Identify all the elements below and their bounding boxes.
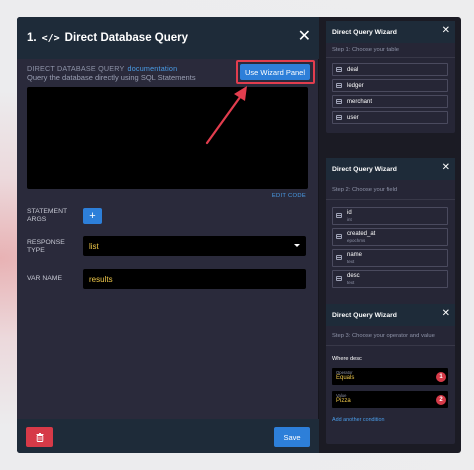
var-name-label: VAR NAME: [27, 275, 62, 282]
step-instructions: Step 3: Choose your operator and value: [326, 326, 455, 346]
value-value: Pizza: [336, 398, 351, 404]
modal-title-text: Direct Database Query: [64, 32, 189, 44]
panel-header: Direct Query Wizard ✕: [326, 21, 455, 43]
field-icon: [336, 234, 342, 239]
add-statement-arg-button[interactable]: +: [83, 208, 102, 224]
response-type-value: list: [89, 241, 99, 251]
table-label: merchant: [347, 98, 373, 105]
close-icon[interactable]: ✕: [442, 26, 450, 36]
field-type: text: [347, 280, 355, 285]
field-type: epochms: [347, 238, 366, 243]
response-type-select[interactable]: list: [83, 236, 306, 256]
field-name: desc: [347, 273, 360, 279]
table-label: ledger: [347, 82, 364, 89]
panel-title: Direct Query Wizard: [332, 165, 397, 173]
field-name: created_at: [347, 231, 376, 237]
modal-footer: Save: [17, 419, 319, 453]
add-condition-link[interactable]: Add another condition: [332, 417, 384, 423]
use-wizard-panel-button[interactable]: Use Wizard Panel: [240, 64, 310, 80]
table-item-ledger[interactable]: ledger: [332, 79, 448, 92]
table-icon: [336, 83, 342, 88]
step-number: 1.: [27, 32, 37, 44]
table-item-deal[interactable]: deal: [332, 63, 448, 76]
close-icon[interactable]: ✕: [442, 309, 450, 319]
table-label: deal: [347, 66, 359, 73]
app-frame: 1. </> Direct Database Query ✕ DIRECT DA…: [17, 17, 461, 453]
where-label: Where desc: [332, 356, 362, 362]
delete-button[interactable]: [26, 427, 53, 447]
table-icon: [336, 99, 342, 104]
section-description: Query the database directly using SQL St…: [27, 73, 196, 82]
direct-database-query-modal: 1. </> Direct Database Query ✕ DIRECT DA…: [17, 17, 319, 453]
wizard-panel-step-2: Direct Query Wizard ✕ Step 2: Choose you…: [326, 158, 455, 308]
table-icon: [336, 67, 342, 72]
var-name-input[interactable]: results: [83, 269, 306, 289]
field-type: text: [347, 259, 355, 264]
panel-header: Direct Query Wizard ✕: [326, 304, 455, 326]
value-input[interactable]: Value Pizza: [332, 391, 448, 408]
code-icon: </>: [41, 32, 60, 44]
chevron-down-icon: [294, 244, 300, 247]
field-icon: [336, 213, 342, 218]
response-type-label: RESPONSE TYPE: [27, 239, 65, 254]
modal-title: 1. </> Direct Database Query: [27, 32, 188, 44]
operator-select[interactable]: Operator Equals: [332, 368, 448, 385]
table-label: user: [347, 114, 359, 121]
field-name: id: [347, 210, 352, 216]
section-title-text: DIRECT DATABASE QUERY: [27, 64, 125, 73]
operator-value: Equals: [336, 375, 355, 381]
table-item-user[interactable]: user: [332, 111, 448, 124]
annotation-badge-1: 1: [436, 372, 446, 382]
field-item-id[interactable]: id int: [332, 207, 448, 225]
panel-title: Direct Query Wizard: [332, 28, 397, 36]
table-icon: [336, 115, 342, 120]
field-item-created-at[interactable]: created_at epochms: [332, 228, 448, 246]
field-type: int: [347, 217, 352, 222]
wizard-panel-step-1: Direct Query Wizard ✕ Step 1: Choose you…: [326, 21, 455, 133]
step-instructions: Step 2: Choose your field: [326, 180, 455, 200]
modal-header: 1. </> Direct Database Query ✕: [17, 17, 319, 59]
edit-code-link[interactable]: EDIT CODE: [272, 193, 306, 199]
trash-icon: [36, 432, 43, 442]
field-icon: [336, 276, 342, 281]
documentation-link[interactable]: documentation: [128, 64, 178, 73]
sql-code-editor[interactable]: [27, 87, 308, 189]
var-name-value: results: [89, 274, 113, 284]
close-icon[interactable]: ✕: [442, 163, 450, 173]
wizard-panel-step-3: Direct Query Wizard ✕ Step 3: Choose you…: [326, 304, 455, 444]
panel-header: Direct Query Wizard ✕: [326, 158, 455, 180]
field-item-desc[interactable]: desc text: [332, 270, 448, 288]
step-instructions: Step 1: Choose your table: [326, 43, 455, 58]
field-item-name[interactable]: name text: [332, 249, 448, 267]
close-icon[interactable]: ✕: [298, 29, 311, 45]
statement-args-label: STATEMENT ARGS: [27, 208, 68, 223]
annotation-badge-2: 2: [436, 395, 446, 405]
save-button[interactable]: Save: [274, 427, 310, 447]
panel-title: Direct Query Wizard: [332, 311, 397, 319]
section-title: DIRECT DATABASE QUERY documentation: [27, 64, 177, 73]
field-icon: [336, 255, 342, 260]
field-name: name: [347, 252, 363, 258]
table-item-merchant[interactable]: merchant: [332, 95, 448, 108]
